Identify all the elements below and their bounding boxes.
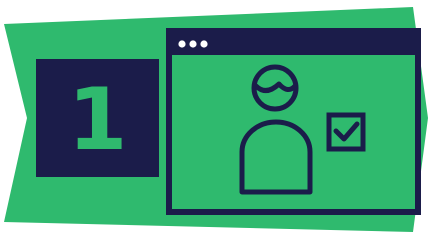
step-banner: 1: [0, 0, 428, 240]
step-number-box: 1: [36, 59, 159, 177]
step-number: 1: [67, 70, 128, 170]
window-control-dots-icon: [178, 40, 208, 48]
